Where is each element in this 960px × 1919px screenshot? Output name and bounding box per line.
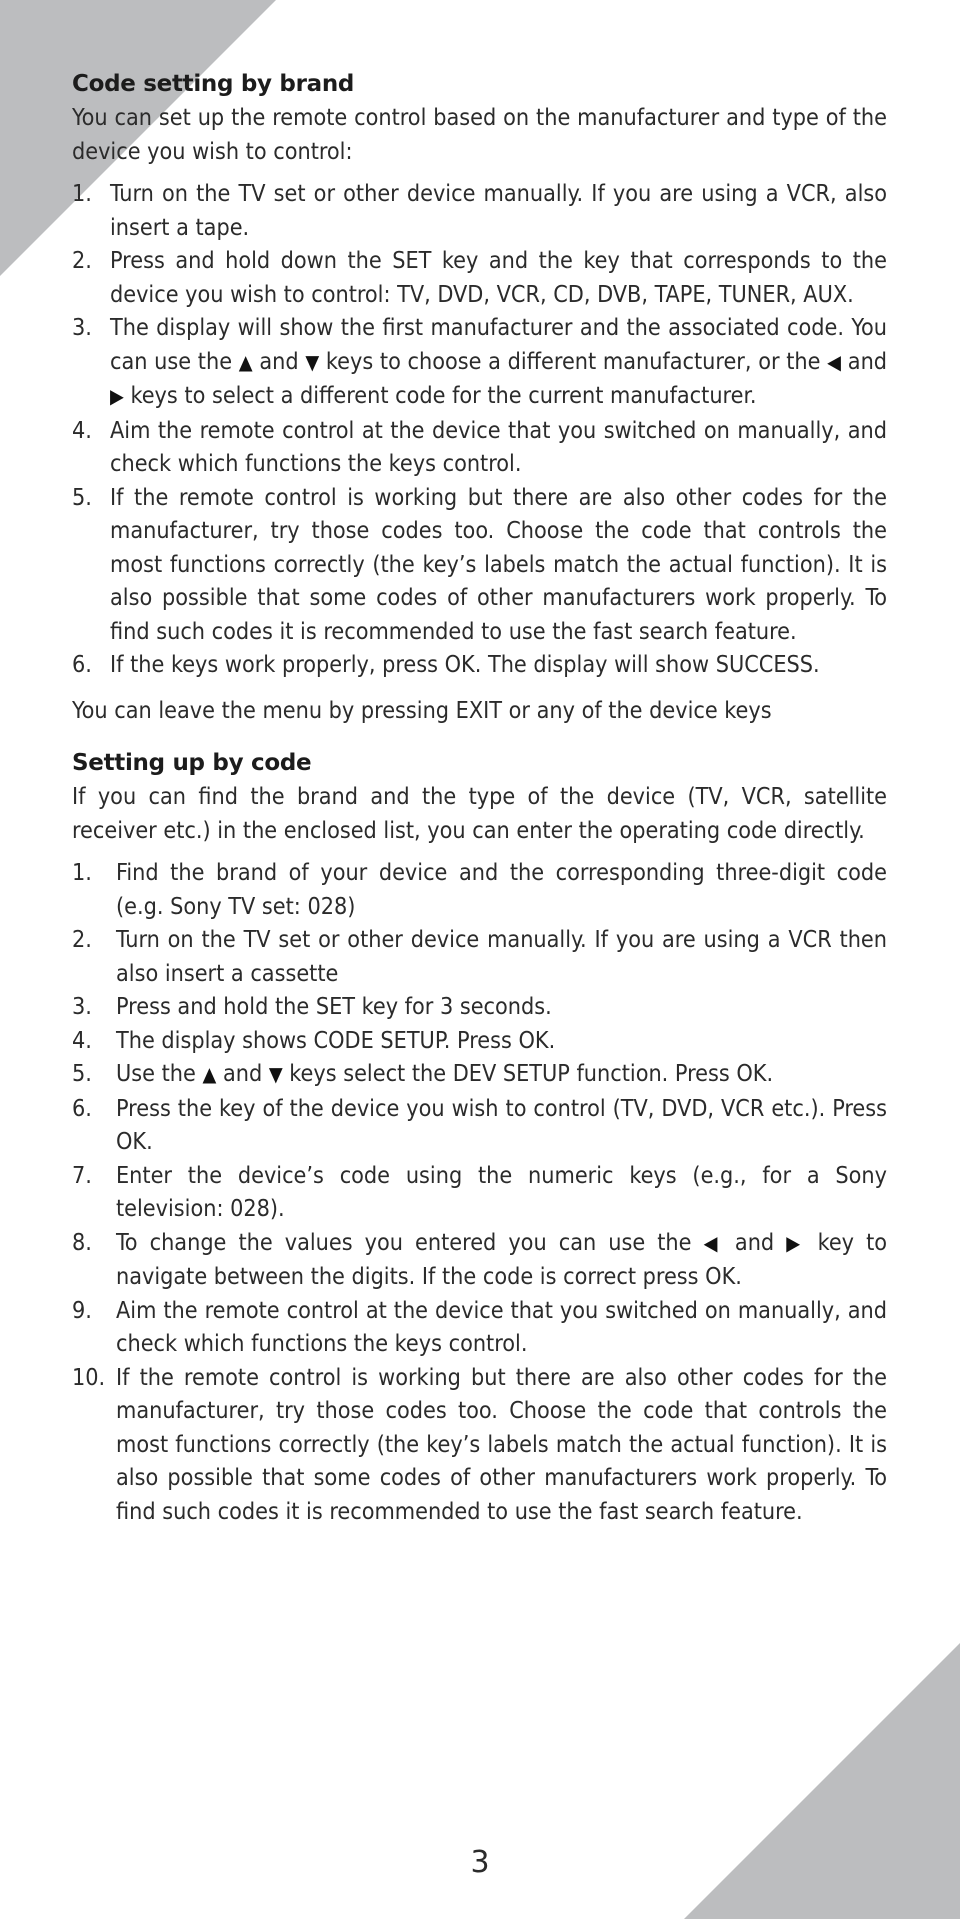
step-text: If the keys work properly, press OK. The…: [110, 651, 820, 678]
left-arrow-icon: ◀: [827, 349, 842, 374]
list-item: 2. Press and hold down the SET key and t…: [72, 244, 887, 311]
step-text: To change the values you entered you can…: [116, 1228, 692, 1256]
step-text: and: [222, 1060, 263, 1087]
step-number: 1.: [72, 180, 92, 207]
step-number: 4.: [72, 416, 92, 444]
right-arrow-icon: ▶: [786, 1230, 806, 1255]
list-item: 6. Press the key of the device you wish …: [72, 1092, 887, 1159]
step-text: Aim the remote control at the device tha…: [116, 1296, 887, 1358]
page-number: 3: [470, 1845, 490, 1880]
section-heading: Setting up by code: [72, 750, 312, 776]
exit-note: You can leave the menu by pressing EXIT …: [72, 696, 772, 724]
step-text: If the remote control is working but the…: [116, 1363, 887, 1525]
code-steps-list: 1. Find the brand of your device and the…: [72, 856, 887, 1528]
step-number: 4.: [72, 1026, 92, 1054]
step-text: Aim the remote control at the device tha…: [110, 416, 887, 478]
section-intro: If you can find the brand and the type o…: [72, 783, 887, 844]
step-number: 10.: [72, 1363, 106, 1391]
step-number: 9.: [72, 1296, 92, 1324]
step-text: Turn on the TV set or other device manua…: [116, 926, 887, 987]
step-text: If the remote control is working but the…: [110, 483, 887, 645]
list-item: 5. Use the ▲ and ▼ keys select the DEV S…: [72, 1057, 887, 1092]
list-item: 10. If the remote control is working but…: [72, 1361, 887, 1529]
step-number: 5.: [72, 1060, 92, 1087]
step-number: 3.: [72, 993, 92, 1020]
list-item: 9. Aim the remote control at the device …: [72, 1294, 887, 1361]
step-text: keys select the DEV SETUP function. Pres…: [289, 1060, 774, 1087]
step-number: 3.: [72, 314, 92, 341]
step-number: 5.: [72, 483, 92, 511]
step-number: 2.: [72, 926, 92, 953]
left-arrow-icon: ◀: [703, 1230, 723, 1255]
list-item: 7. Enter the device’s code using the num…: [72, 1159, 887, 1226]
list-item: 8. To change the values you entered you …: [72, 1226, 887, 1294]
step-text: Turn on the TV set or other device manua…: [110, 180, 887, 241]
list-item: 1. Find the brand of your device and the…: [72, 856, 887, 923]
up-arrow-icon: ▲: [238, 349, 253, 374]
step-text: Press and hold the SET key for 3 seconds…: [116, 993, 552, 1020]
step-text: Enter the device’s code using the numeri…: [116, 1161, 887, 1223]
step-number: 1.: [72, 859, 92, 886]
list-item: 1. Turn on the TV set or other device ma…: [72, 177, 887, 244]
down-arrow-icon: ▼: [268, 1062, 283, 1086]
right-arrow-icon: ▶: [110, 384, 124, 408]
list-item: 6. If the keys work properly, press OK. …: [72, 648, 887, 682]
up-arrow-icon: ▲: [202, 1062, 217, 1086]
step-text: keys to choose a different manufacturer,…: [325, 347, 821, 375]
brand-steps-list: 1. Turn on the TV set or other device ma…: [72, 177, 887, 682]
step-number: 2.: [72, 247, 92, 274]
step-text: Use the: [116, 1060, 196, 1087]
step-text: and: [259, 347, 299, 375]
step-text: keys to select a different code for the …: [130, 382, 757, 409]
step-number: 8.: [72, 1228, 92, 1256]
section-intro: You can set up the remote control based …: [72, 104, 887, 165]
list-item: 3. Press and hold the SET key for 3 seco…: [72, 990, 887, 1024]
step-number: 7.: [72, 1161, 92, 1189]
manual-page: Code setting by brand You can set up the…: [72, 68, 887, 1528]
down-arrow-icon: ▼: [305, 349, 320, 374]
section-code-setting-by-brand: Code setting by brand You can set up the…: [72, 68, 887, 727]
section-heading: Code setting by brand: [72, 71, 355, 97]
list-item: 4. Aim the remote control at the device …: [72, 414, 887, 481]
step-text: Press and hold down the SET key and the …: [110, 247, 887, 308]
step-number: 6.: [72, 651, 92, 678]
list-item: 5. If the remote control is working but …: [72, 481, 887, 649]
list-item: 3. The display will show the first manuf…: [72, 311, 887, 414]
step-text: and: [734, 1228, 775, 1256]
list-item: 2. Turn on the TV set or other device ma…: [72, 923, 887, 990]
section-setting-up-by-code: Setting up by code If you can find the b…: [72, 747, 887, 1528]
step-text: Find the brand of your device and the co…: [116, 859, 887, 920]
step-text: The display shows CODE SETUP. Press OK.: [116, 1026, 556, 1054]
step-number: 6.: [72, 1094, 92, 1122]
step-text: Press the key of the device you wish to …: [116, 1094, 887, 1156]
step-text: and: [847, 347, 888, 375]
list-item: 4. The display shows CODE SETUP. Press O…: [72, 1024, 887, 1058]
